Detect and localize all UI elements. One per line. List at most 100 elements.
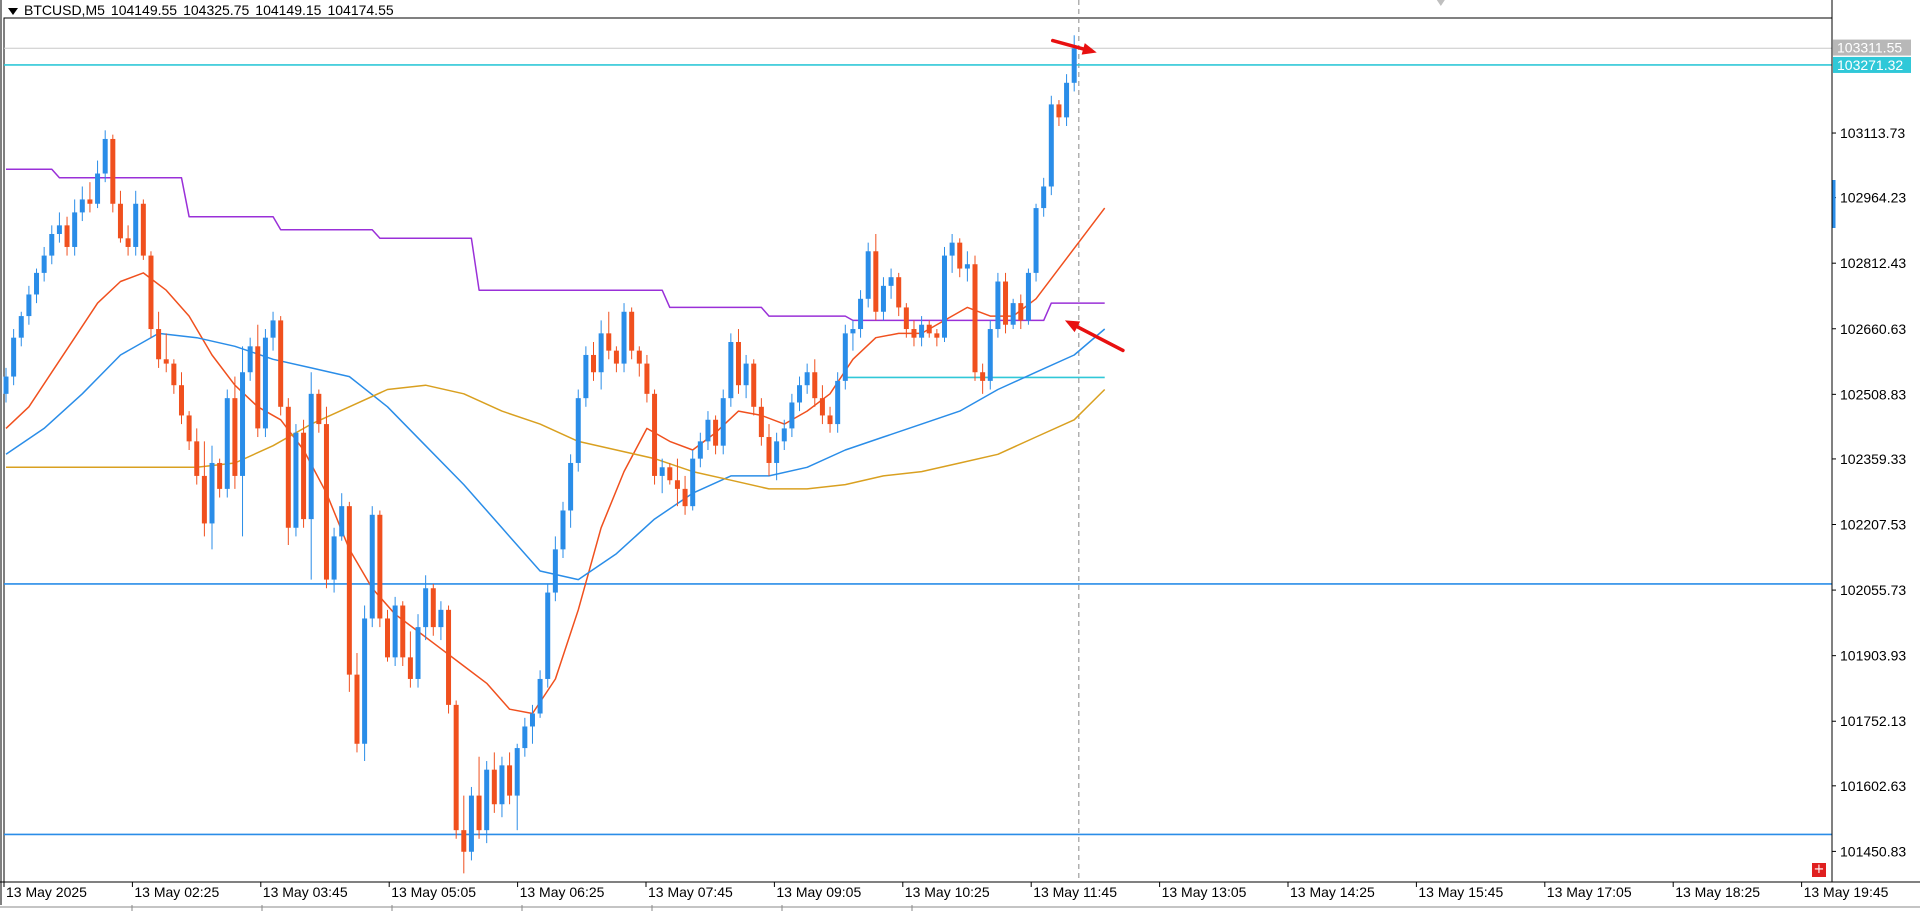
candle (766, 424, 772, 476)
candle (713, 415, 719, 455)
candle (644, 354, 650, 403)
candle (652, 389, 658, 485)
x-tick-label: 13 May 10:25 (905, 884, 990, 900)
y-tick-label: 103113.73 (1840, 125, 1905, 141)
candle (1071, 35, 1077, 92)
candle (56, 212, 62, 243)
candle-body (301, 432, 307, 520)
candle-body (987, 329, 993, 381)
x-tick-label: 13 May 2025 (6, 884, 87, 900)
candle-body (209, 462, 215, 524)
candle-body (3, 376, 9, 394)
candle (323, 406, 329, 589)
candle (941, 246, 947, 342)
candle-body (606, 333, 612, 351)
candle (339, 493, 345, 541)
candle-body (270, 320, 276, 338)
candle (835, 372, 841, 433)
candle-body (484, 769, 490, 831)
candle-body (751, 363, 757, 407)
candle-body (1025, 272, 1031, 321)
candle-body (903, 307, 909, 330)
y-tick-label: 101752.13 (1840, 713, 1906, 729)
candle-body (613, 350, 619, 364)
y-tick-label: 102812.43 (1840, 255, 1906, 271)
candle-body (697, 441, 703, 459)
price-label: 103271.32 (1837, 57, 1903, 73)
candle-body (26, 294, 32, 317)
candle (980, 363, 986, 394)
candle-body (423, 588, 429, 628)
candle-body (133, 203, 139, 247)
candle-body (705, 419, 711, 442)
y-tick-label: 102964.23 (1840, 190, 1906, 206)
candle (148, 251, 154, 338)
candle-body (659, 467, 665, 476)
candle-body (331, 536, 337, 580)
candle (598, 320, 604, 390)
candle-body (125, 238, 131, 247)
candle-body (476, 795, 482, 831)
candle-body (468, 795, 474, 852)
candle-body (110, 138, 116, 204)
candle (659, 458, 665, 494)
candle-body (499, 765, 505, 805)
candle (972, 255, 978, 381)
candle (308, 372, 314, 580)
x-tick-label: 13 May 03:45 (263, 884, 348, 900)
candle (133, 190, 139, 256)
price-chart[interactable]: 103113.73 102964.23 102812.43 102660.63 1025… (0, 0, 1920, 911)
candle (667, 462, 673, 485)
candle-body (278, 320, 284, 407)
candle (316, 389, 322, 433)
candle (484, 761, 490, 844)
candle-body (812, 372, 818, 399)
candle-body (18, 316, 24, 338)
candle-body (163, 359, 169, 364)
candle (423, 575, 429, 641)
candle (407, 631, 413, 688)
candle-body (293, 432, 299, 528)
candle-body (1048, 104, 1054, 187)
candle-body (1003, 281, 1009, 325)
add-icon[interactable]: + (1812, 863, 1826, 877)
candle-body (957, 242, 963, 269)
candle (346, 501, 352, 692)
candle-body (232, 398, 238, 476)
candle (812, 359, 818, 407)
candle-body (171, 363, 177, 386)
candle-body (64, 225, 70, 247)
candle (1064, 74, 1070, 126)
candle (591, 342, 597, 381)
candle (926, 320, 932, 338)
candle (140, 199, 146, 260)
candle-body (247, 346, 253, 373)
candle (697, 432, 703, 468)
candle (446, 605, 452, 714)
candle (377, 510, 383, 628)
candle (476, 756, 482, 839)
y-tick-label: 101903.93 (1840, 648, 1906, 664)
candle-body (995, 281, 1001, 330)
candle-body (1071, 48, 1077, 83)
candle (262, 329, 268, 438)
candle-body (835, 380, 841, 425)
price-label: 103311.55 (1837, 40, 1902, 56)
candle (293, 424, 299, 537)
candle-body (453, 704, 459, 831)
candle-body (415, 627, 421, 679)
candle-body (186, 415, 192, 442)
candle (430, 583, 436, 636)
candle (354, 653, 360, 753)
candle (156, 311, 162, 368)
candle-body (636, 350, 642, 364)
candle (858, 290, 864, 338)
candle (606, 311, 612, 360)
candle (629, 307, 635, 360)
candle (468, 786, 474, 861)
indicator-lines (5, 168, 1106, 715)
candle (18, 311, 24, 347)
chevron-down-icon[interactable] (8, 7, 18, 15)
candle (171, 359, 177, 394)
candle-body (674, 480, 680, 489)
